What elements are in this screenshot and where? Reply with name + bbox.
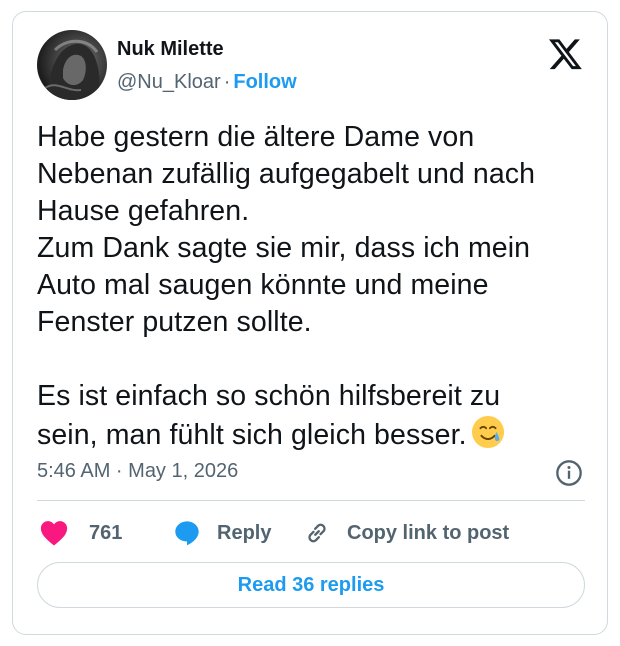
post-line: Es ist einfach so schön hilfsbereit zu xyxy=(37,380,501,412)
read-replies-label: Read 36 replies xyxy=(237,573,385,596)
smiling-face-with-tear-emoji xyxy=(471,415,504,449)
link-icon xyxy=(308,523,326,543)
post-line: Nebenan zufällig aufgegabelt und nach xyxy=(37,158,536,190)
author-handle[interactable]: @Nu_Kloar xyxy=(117,71,221,93)
avatar-image xyxy=(44,39,100,100)
separator-dot: · xyxy=(223,71,231,93)
divider xyxy=(37,500,585,501)
post-text: Habe gestern die ältere Dame von Nebenan… xyxy=(37,119,597,452)
like-count: 761 xyxy=(89,521,123,544)
like-button[interactable]: 761 xyxy=(39,516,122,550)
post-line: Habe gestern die ältere Dame von xyxy=(37,121,475,153)
reply-label: Reply xyxy=(217,521,272,544)
post-line: Hause gefahren. xyxy=(37,195,250,227)
copy-link-label: Copy link to post xyxy=(347,521,510,544)
post-card: Nuk Milette @Nu_Kloar · Follow Habe gester… xyxy=(12,11,608,635)
post-line: Auto mal saugen könnte und meine xyxy=(37,269,489,301)
author-name[interactable]: Nuk Milette xyxy=(117,38,224,61)
post-line: Zum Dank sagte sie mir, dass ich mein xyxy=(37,232,531,264)
reply-button[interactable]: Reply xyxy=(173,516,271,550)
post-line: Fenster putzen sollte. xyxy=(37,306,312,338)
follow-button[interactable]: Follow xyxy=(233,71,296,93)
author-handle-row: @Nu_Kloar · Follow xyxy=(117,71,297,94)
copy-link-button[interactable]: Copy link to post xyxy=(303,516,509,550)
avatar[interactable] xyxy=(37,30,107,100)
heart-icon xyxy=(40,521,68,546)
post-line xyxy=(37,341,597,378)
post-last-line-wrap: sein, man fühlt sich gleich besser. xyxy=(37,415,597,452)
post-line: sein, man fühlt sich gleich besser. xyxy=(37,419,467,451)
post-timestamp[interactable]: 5:46 AM · May 1, 2026 xyxy=(37,460,238,483)
info-icon[interactable] xyxy=(555,459,583,487)
reply-bubble-icon xyxy=(175,521,199,546)
read-replies-button[interactable]: Read 36 replies xyxy=(37,562,585,608)
x-logo-icon[interactable] xyxy=(549,39,583,71)
